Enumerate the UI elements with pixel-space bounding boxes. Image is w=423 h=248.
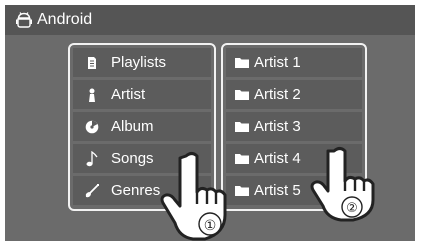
artist-icon [73, 88, 111, 102]
album-icon [73, 120, 111, 134]
list-item-label: Genres [111, 182, 161, 199]
folder-icon [230, 89, 254, 100]
list-item-album[interactable]: Album [73, 112, 211, 141]
note-icon [73, 150, 111, 167]
list-item-label: Artist 4 [254, 150, 301, 167]
folder-icon [230, 57, 254, 68]
tap-hand-icon-2: ② [308, 145, 398, 230]
title-bar: Android [5, 5, 415, 35]
list-item-artist-1[interactable]: Artist 1 [226, 48, 362, 77]
list-item-label: Songs [111, 150, 154, 167]
android-icon [15, 11, 33, 29]
list-item-label: Artist 3 [254, 118, 301, 135]
list-item-label: Artist 1 [254, 54, 301, 71]
app-title: Android [37, 11, 93, 28]
list-item-label: Artist 5 [254, 182, 301, 199]
list-item-label: Album [111, 118, 154, 135]
list-item-playlists[interactable]: Playlists [73, 48, 211, 77]
list-item-label: Playlists [111, 54, 167, 71]
playlist-icon [73, 56, 111, 70]
list-item-artist-3[interactable]: Artist 3 [226, 112, 362, 141]
list-item-artist[interactable]: Artist [73, 80, 211, 109]
list-item-artist-2[interactable]: Artist 2 [226, 80, 362, 109]
list-item-label: Artist [111, 86, 146, 103]
guitar-icon [73, 183, 111, 199]
callout-label-1: ① [204, 218, 217, 234]
folder-icon [230, 121, 254, 132]
tap-hand-icon-1: ① [160, 148, 250, 248]
callout-label-2: ② [346, 201, 358, 216]
list-item-label: Artist 2 [254, 86, 301, 103]
